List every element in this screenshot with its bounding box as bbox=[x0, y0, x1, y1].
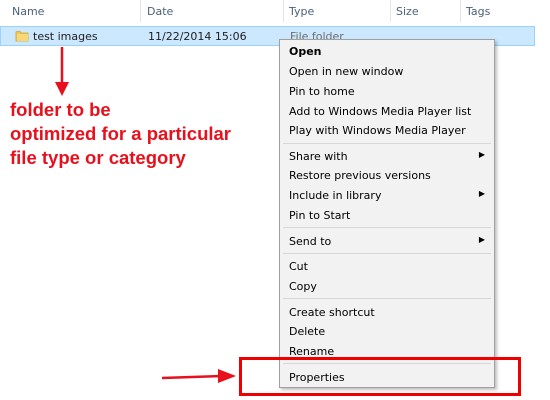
menu-item-cut[interactable]: Cut bbox=[280, 257, 494, 276]
highlight-box bbox=[239, 357, 521, 396]
red-arrow-icon bbox=[161, 369, 236, 383]
menu-item-share-with[interactable]: Share with ▶ bbox=[280, 147, 494, 166]
file-date: 11/22/2014 15:06 bbox=[148, 30, 247, 43]
context-menu: Open Open in new window Pin to home Add … bbox=[279, 39, 495, 388]
menu-item-label: Send to bbox=[289, 235, 332, 248]
menu-item-create-shortcut[interactable]: Create shortcut bbox=[280, 303, 494, 322]
menu-item-delete[interactable]: Delete bbox=[280, 322, 494, 341]
menu-item-label: Pin to home bbox=[289, 85, 355, 98]
menu-item-label: Play with Windows Media Player bbox=[289, 124, 466, 137]
menu-item-label: Delete bbox=[289, 325, 326, 338]
column-type[interactable]: Type bbox=[289, 5, 314, 18]
chevron-right-icon: ▶ bbox=[478, 189, 485, 198]
annotation-line: optimized for a particular bbox=[10, 123, 232, 144]
column-name[interactable]: Name bbox=[12, 5, 44, 18]
menu-item-play-with-wmp[interactable]: Play with Windows Media Player bbox=[280, 121, 494, 140]
menu-separator bbox=[283, 298, 491, 299]
annotation-text: folder to be optimized for a particular … bbox=[10, 98, 280, 170]
chevron-right-icon: ▶ bbox=[478, 235, 485, 244]
file-name: test images bbox=[33, 30, 98, 43]
menu-item-label: Open bbox=[289, 45, 322, 58]
menu-item-label: Copy bbox=[289, 280, 317, 293]
annotation-line: file type or category bbox=[10, 147, 186, 168]
menu-separator bbox=[283, 227, 491, 228]
column-divider[interactable] bbox=[140, 0, 141, 22]
menu-item-label: Share with bbox=[289, 150, 348, 163]
menu-item-label: Restore previous versions bbox=[289, 169, 431, 182]
menu-separator bbox=[283, 253, 491, 254]
menu-item-label: Pin to Start bbox=[289, 209, 351, 222]
menu-item-label: Cut bbox=[289, 260, 308, 273]
menu-item-open[interactable]: Open bbox=[280, 42, 494, 61]
red-arrow-icon bbox=[55, 47, 69, 96]
menu-item-add-to-wmp-list[interactable]: Add to Windows Media Player list bbox=[280, 102, 494, 121]
folder-icon bbox=[15, 31, 29, 42]
column-tags[interactable]: Tags bbox=[466, 5, 490, 18]
menu-separator bbox=[283, 143, 491, 144]
menu-item-pin-to-start[interactable]: Pin to Start bbox=[280, 206, 494, 225]
annotation-line: folder to be bbox=[10, 99, 111, 120]
menu-item-include-in-library[interactable]: Include in library ▶ bbox=[280, 186, 494, 205]
column-size[interactable]: Size bbox=[396, 5, 419, 18]
menu-item-send-to[interactable]: Send to ▶ bbox=[280, 232, 494, 251]
column-divider[interactable] bbox=[460, 0, 461, 22]
menu-item-pin-to-home[interactable]: Pin to home bbox=[280, 82, 494, 101]
menu-item-label: Include in library bbox=[289, 189, 382, 202]
column-divider[interactable] bbox=[390, 0, 391, 22]
menu-item-copy[interactable]: Copy bbox=[280, 277, 494, 296]
menu-item-restore-previous-versions[interactable]: Restore previous versions bbox=[280, 166, 494, 185]
menu-item-label: Add to Windows Media Player list bbox=[289, 105, 472, 118]
column-date[interactable]: Date bbox=[147, 5, 173, 18]
menu-item-label: Open in new window bbox=[289, 65, 404, 78]
menu-item-label: Create shortcut bbox=[289, 306, 375, 319]
column-header-bar: Name Date Type Size Tags bbox=[0, 0, 550, 22]
column-divider[interactable] bbox=[283, 0, 284, 22]
menu-item-open-new-window[interactable]: Open in new window bbox=[280, 62, 494, 81]
chevron-right-icon: ▶ bbox=[478, 150, 485, 159]
